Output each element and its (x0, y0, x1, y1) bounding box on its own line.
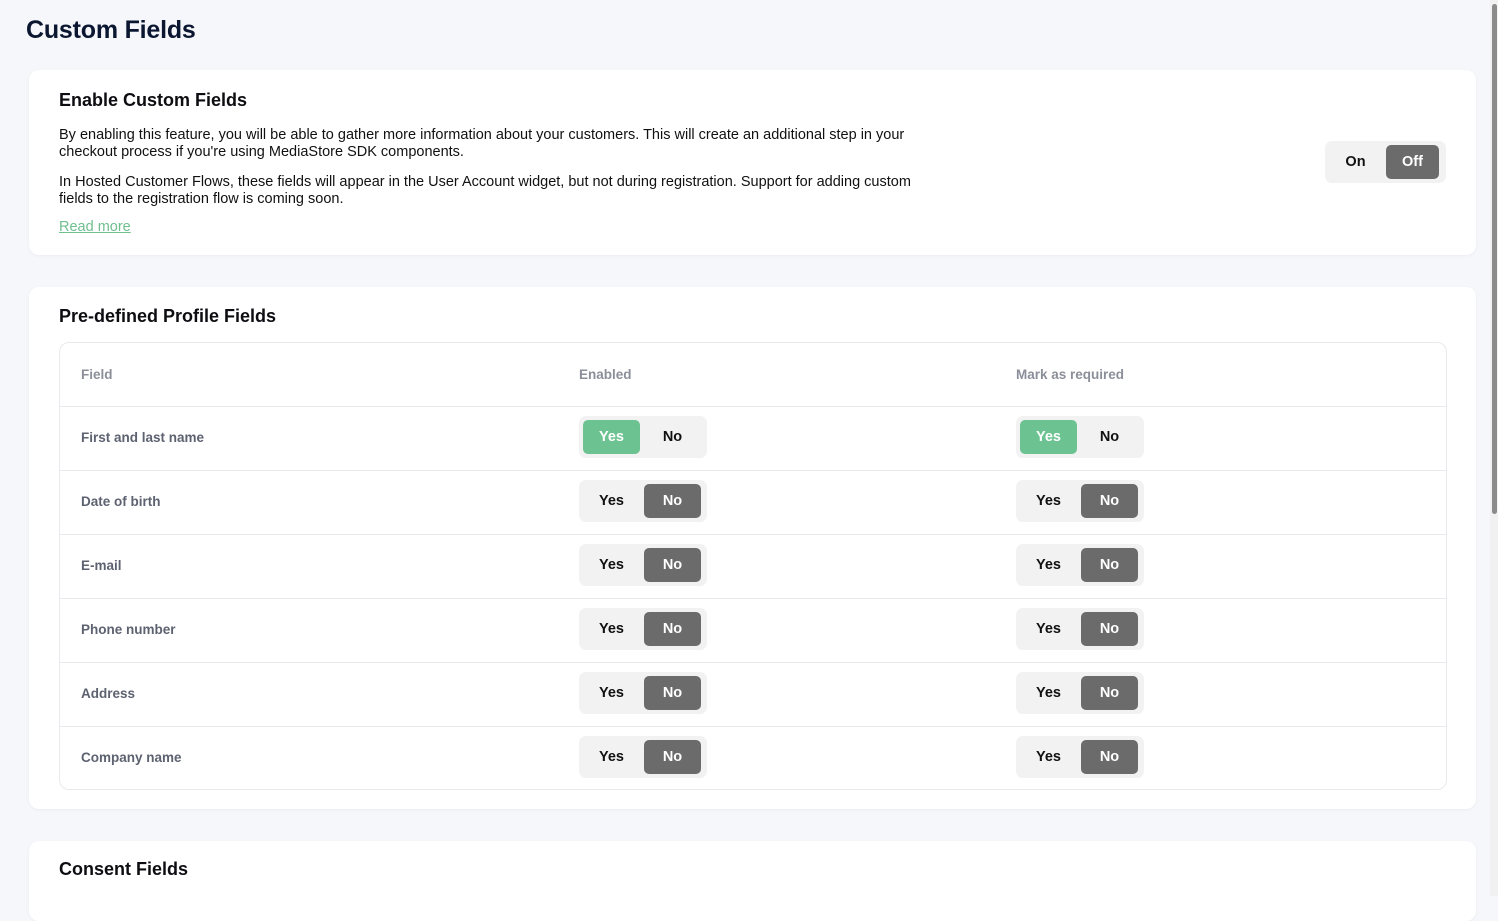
yes-option[interactable]: Yes (583, 676, 640, 710)
enabled-toggle: Yes No (579, 416, 707, 458)
no-option[interactable]: No (644, 612, 701, 646)
yes-option[interactable]: Yes (1020, 484, 1077, 518)
enable-custom-fields-toggle: On Off (1325, 141, 1446, 183)
no-option[interactable]: No (644, 484, 701, 518)
predefined-section-title: Pre-defined Profile Fields (59, 306, 277, 326)
required-toggle: Yes No (1016, 672, 1144, 714)
table-row: Address Yes No Yes No (60, 662, 1446, 727)
yes-option[interactable]: Yes (583, 548, 640, 582)
field-label: First and last name (81, 430, 205, 445)
enabled-toggle: Yes No (579, 736, 707, 778)
field-label: Address (81, 686, 136, 701)
enabled-toggle: Yes No (579, 544, 707, 586)
field-label: E-mail (81, 558, 122, 573)
table-row: E-mail Yes No Yes No (60, 534, 1446, 599)
enabled-toggle: Yes No (579, 672, 707, 714)
no-option[interactable]: No (1081, 420, 1138, 454)
required-toggle: Yes No (1016, 736, 1144, 778)
column-header-required: Mark as required (1016, 367, 1125, 382)
column-header-enabled: Enabled (579, 367, 632, 382)
page-scrollbar[interactable] (1490, 0, 1498, 896)
yes-option[interactable]: Yes (1020, 676, 1077, 710)
predefined-profile-fields-card: Pre-defined Profile Fields Field Enabled… (29, 287, 1476, 809)
table-row: Phone number Yes No Yes No (60, 598, 1446, 663)
table-row: First and last name Yes No Yes No (60, 406, 1446, 471)
enable-description-2: In Hosted Customer Flows, these fields w… (59, 174, 911, 207)
profile-fields-table: Field Enabled Mark as required First and… (59, 342, 1447, 790)
yes-option[interactable]: Yes (1020, 612, 1077, 646)
field-label: Date of birth (81, 494, 161, 509)
off-option[interactable]: Off (1386, 145, 1439, 179)
no-option[interactable]: No (1081, 612, 1138, 646)
consent-fields-card: Consent Fields (29, 841, 1476, 921)
yes-option[interactable]: Yes (1020, 420, 1077, 454)
required-toggle: Yes No (1016, 544, 1144, 586)
consent-section-title: Consent Fields (59, 859, 189, 879)
no-option[interactable]: No (1081, 548, 1138, 582)
enable-section-title: Enable Custom Fields (59, 90, 248, 110)
yes-option[interactable]: Yes (583, 484, 640, 518)
column-header-field: Field (81, 367, 113, 382)
no-option[interactable]: No (1081, 740, 1138, 774)
custom-fields-page: Custom Fields Enable Custom Fields By en… (0, 0, 1490, 921)
no-option[interactable]: No (1081, 484, 1138, 518)
required-toggle: Yes No (1016, 416, 1144, 458)
table-row: Company name Yes No Yes No (60, 726, 1446, 789)
read-more-link[interactable]: Read more (59, 219, 131, 235)
field-label: Phone number (81, 622, 176, 637)
yes-option[interactable]: Yes (583, 420, 640, 454)
on-option[interactable]: On (1329, 145, 1382, 179)
yes-option[interactable]: Yes (583, 740, 640, 774)
enable-custom-fields-card: Enable Custom Fields By enabling this fe… (29, 70, 1476, 255)
enabled-toggle: Yes No (579, 608, 707, 650)
field-label: Company name (81, 750, 182, 765)
yes-option[interactable]: Yes (1020, 740, 1077, 774)
yes-option[interactable]: Yes (1020, 548, 1077, 582)
table-row: Date of birth Yes No Yes No (60, 470, 1446, 535)
required-toggle: Yes No (1016, 480, 1144, 522)
enable-description-1: By enabling this feature, you will be ab… (59, 127, 905, 160)
page-title: Custom Fields (26, 16, 196, 44)
yes-option[interactable]: Yes (583, 612, 640, 646)
table-header: Field Enabled Mark as required (60, 343, 1446, 407)
no-option[interactable]: No (1081, 676, 1138, 710)
enabled-toggle: Yes No (579, 480, 707, 522)
no-option[interactable]: No (644, 548, 701, 582)
no-option[interactable]: No (644, 676, 701, 710)
scrollbar-thumb[interactable] (1492, 4, 1497, 514)
no-option[interactable]: No (644, 740, 701, 774)
required-toggle: Yes No (1016, 608, 1144, 650)
no-option[interactable]: No (644, 420, 701, 454)
